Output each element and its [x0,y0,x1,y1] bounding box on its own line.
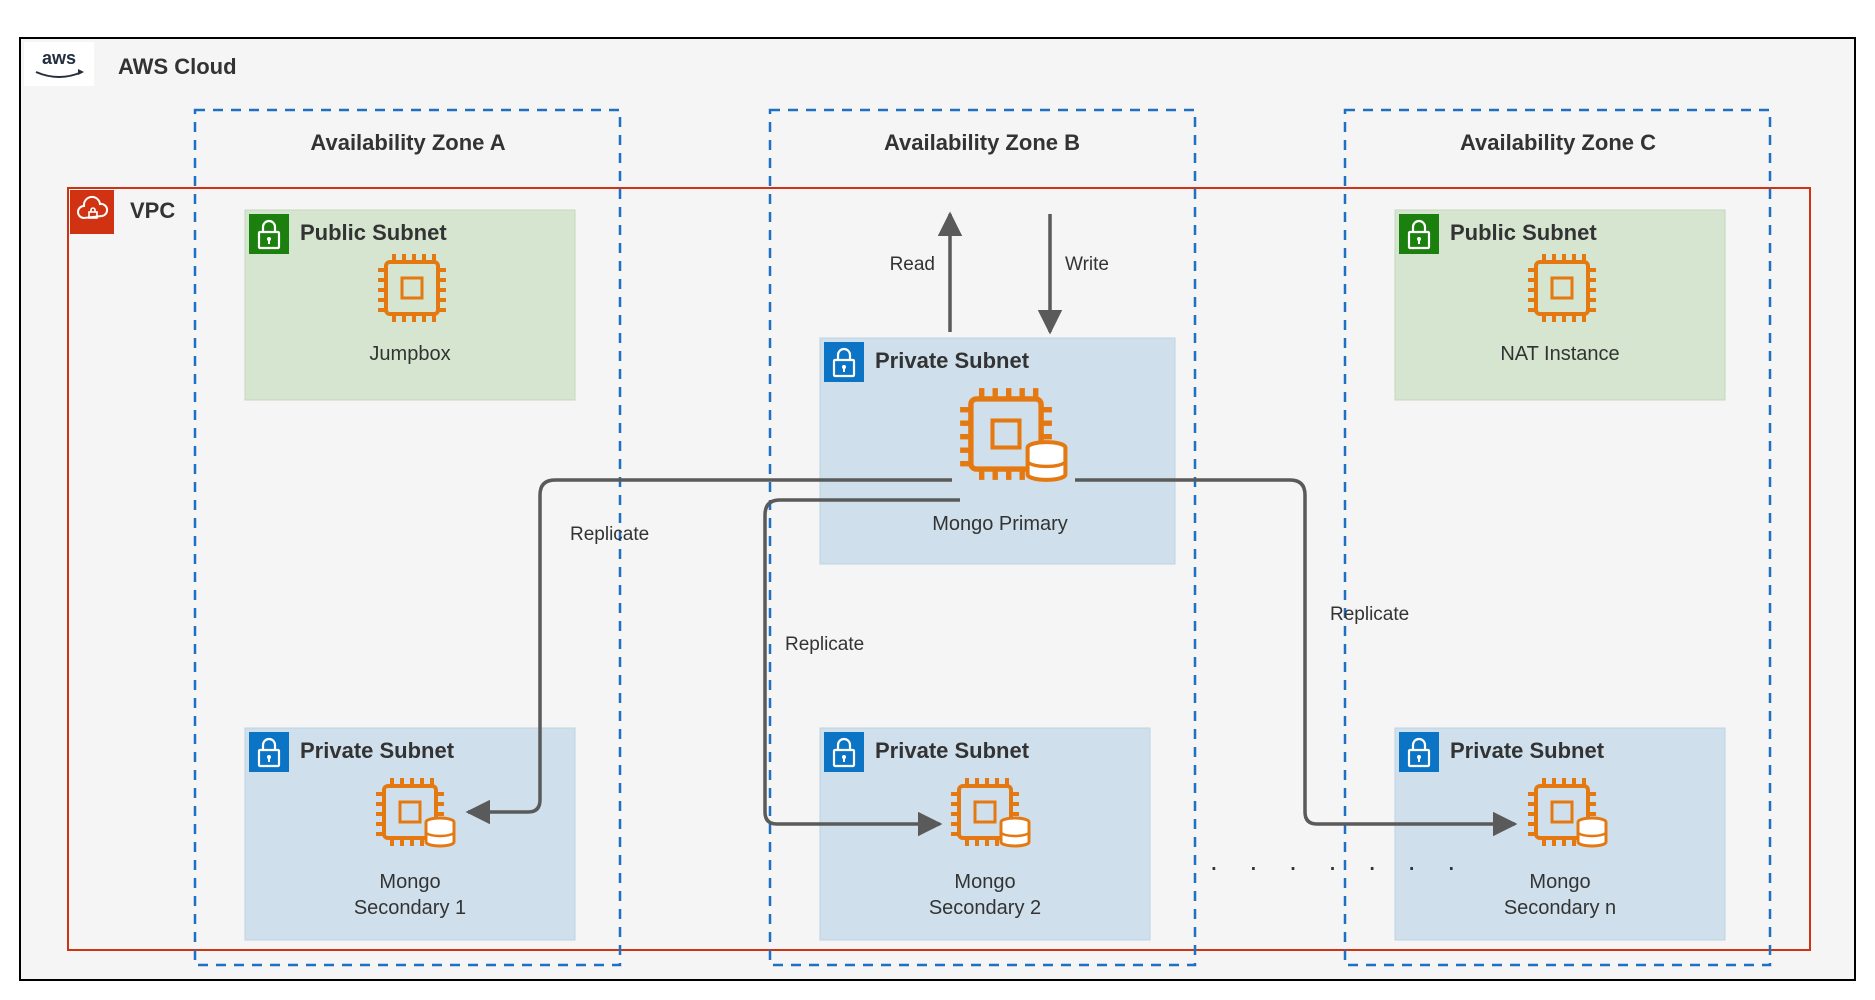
lock-icon [249,732,289,772]
aws-cloud-label: AWS Cloud [118,54,237,79]
write-label: Write [1065,254,1109,275]
mongo-sec1-l2: Secondary 1 [354,897,466,919]
replicate-b-label: Replicate [785,634,864,655]
private-subnet-b-primary: Private Subnet Mongo Primary [820,338,1175,564]
az-b-label: Availability Zone B [884,130,1080,155]
lock-icon [249,214,289,254]
lock-icon [824,732,864,772]
vpc-badge-icon [70,190,114,234]
public-subnet-c: Public Subnet NAT Instance [1395,210,1725,400]
replicate-c-label: Replicate [1330,604,1409,625]
read-label: Read [890,254,935,275]
mongo-secn-l2: Secondary n [1504,897,1616,919]
az-a-label: Availability Zone A [310,130,505,155]
private-subnet-b-title: Private Subnet [875,738,1030,763]
mongo-primary-label: Mongo Primary [932,513,1068,535]
private-subnet-c-title: Private Subnet [1450,738,1605,763]
aws-logo-icon [24,42,94,86]
mongo-sec2-l1: Mongo [954,871,1015,893]
ellipsis: . . . . . . . [1210,845,1467,876]
private-subnet-a-title: Private Subnet [300,738,455,763]
private-subnet-b-primary-title: Private Subnet [875,348,1030,373]
private-subnet-b-secondary: Private Subnet Mongo Secondary 2 [820,728,1150,940]
private-subnet-a-secondary: Private Subnet Mongo Secondary 1 [245,728,575,940]
lock-icon [1399,214,1439,254]
public-subnet-c-title: Public Subnet [1450,220,1597,245]
jumpbox-label: Jumpbox [369,343,450,365]
vpc-label: VPC [130,198,175,223]
mongo-secn-l1: Mongo [1529,871,1590,893]
lock-icon [1399,732,1439,772]
private-subnet-c-secondary: Private Subnet Mongo Secondary n [1395,728,1725,940]
az-c-label: Availability Zone C [1460,130,1656,155]
mongo-sec1-l1: Mongo [379,871,440,893]
nat-instance-label: NAT Instance [1500,343,1619,365]
public-subnet-a-title: Public Subnet [300,220,447,245]
lock-icon [824,342,864,382]
replicate-a-label: Replicate [570,524,649,545]
public-subnet-a: Public Subnet Jumpbox [245,210,575,400]
mongo-sec2-l2: Secondary 2 [929,897,1041,919]
